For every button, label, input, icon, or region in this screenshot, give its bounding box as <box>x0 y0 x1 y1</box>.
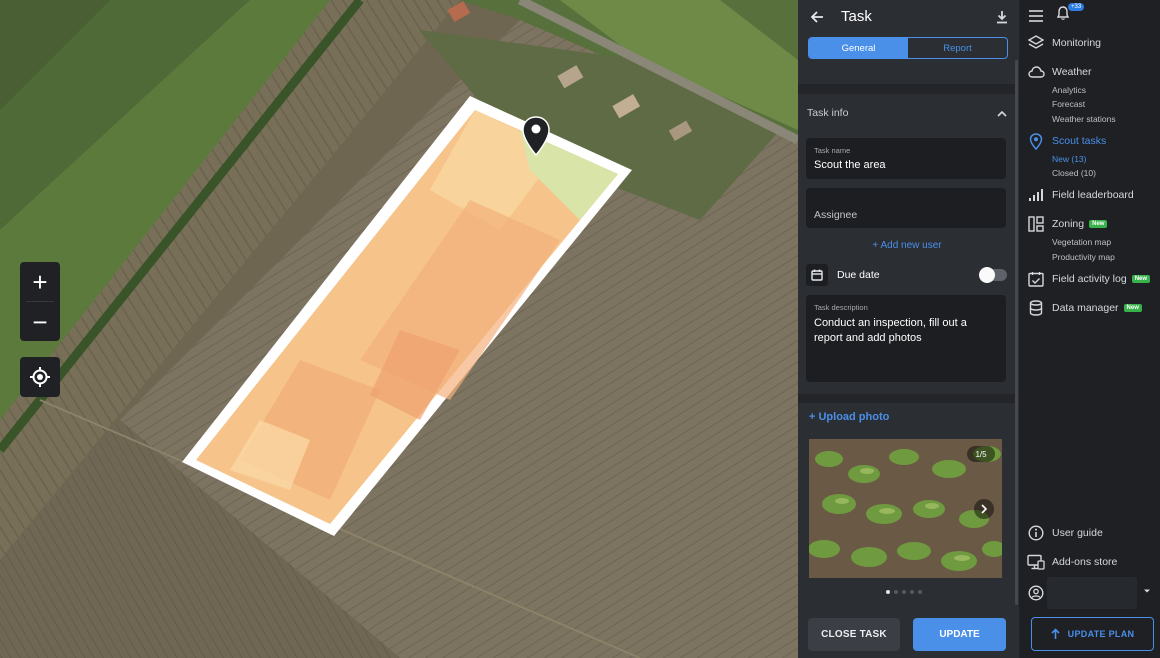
map-imagery <box>0 0 798 658</box>
database-icon <box>1027 299 1045 317</box>
layers-icon <box>1027 34 1045 52</box>
page-dot[interactable] <box>886 590 890 594</box>
download-icon[interactable] <box>996 10 1008 24</box>
tab-general[interactable]: General <box>809 38 908 58</box>
nav-item-label: Data manager <box>1052 302 1119 314</box>
page-dot[interactable] <box>918 590 922 594</box>
info-icon <box>1027 524 1045 542</box>
nav-sub-productivity-map[interactable]: Productivity map <box>1052 252 1115 262</box>
upload-photo-link[interactable]: + Upload photo <box>809 411 889 423</box>
task-name-value: Scout the area <box>814 159 886 171</box>
caret-down-icon[interactable] <box>1143 588 1151 594</box>
back-button[interactable] <box>808 8 826 26</box>
close-task-button[interactable]: CLOSE TASK <box>808 618 900 651</box>
zoom-in-button[interactable]: + <box>20 262 60 301</box>
task-description-caption: Task description <box>814 303 868 312</box>
notifications-button[interactable]: +33 <box>1056 3 1085 25</box>
nav-item-label: Field leaderboard <box>1052 189 1134 201</box>
pin-icon <box>1027 132 1045 150</box>
update-button[interactable]: UPDATE <box>913 618 1006 651</box>
nav-item-label: Scout tasks <box>1052 135 1107 147</box>
side-navigation: +33 Monitoring Weather Analytics Forecas… <box>1018 0 1160 658</box>
nav-item-weather[interactable]: Weather <box>1027 63 1092 81</box>
upload-divider <box>798 394 1016 403</box>
nav-item-label: Weather <box>1052 66 1092 78</box>
arrow-up-icon <box>1051 628 1060 639</box>
add-new-user-link[interactable]: + Add new user <box>798 240 1016 251</box>
nav-item-add-ons-store[interactable]: Add-ons store <box>1027 553 1117 571</box>
nav-sub-analytics[interactable]: Analytics <box>1052 85 1086 95</box>
locate-me-button[interactable] <box>20 357 60 397</box>
task-description-value: Conduct an inspection, fill out a report… <box>814 317 967 344</box>
calendar-button[interactable] <box>806 264 828 286</box>
account-selector[interactable] <box>1047 577 1137 609</box>
new-badge: New <box>1123 304 1142 312</box>
toggle-knob <box>979 267 995 283</box>
panel-header: Task <box>798 0 1018 33</box>
nav-item-label: Field activity log <box>1052 273 1127 285</box>
update-plan-button[interactable]: UPDATE PLAN <box>1031 617 1154 651</box>
page-dot[interactable] <box>894 590 898 594</box>
nav-item-label: Monitoring <box>1052 37 1102 49</box>
nav-item-monitoring[interactable]: Monitoring <box>1027 34 1101 52</box>
calendar-check-icon <box>1027 270 1045 288</box>
nav-sub-forecast[interactable]: Forecast <box>1052 99 1085 109</box>
store-icon <box>1027 553 1045 571</box>
photo-pagination <box>886 590 922 594</box>
nav-sub-new-tasks[interactable]: New (13) <box>1052 154 1086 164</box>
hamburger-menu-icon[interactable] <box>1029 9 1043 22</box>
due-date-toggle[interactable] <box>979 267 1007 283</box>
nav-item-field-leaderboard[interactable]: Field leaderboard <box>1027 186 1134 204</box>
task-name-field[interactable]: Task name Scout the area <box>806 138 1006 179</box>
task-panel: Task General Report Task info Task name … <box>798 0 1018 658</box>
section-title: Task info <box>807 107 849 119</box>
photo-counter: 1/5 <box>967 446 995 462</box>
nav-item-user-guide[interactable]: User guide <box>1027 524 1103 542</box>
calendar-icon <box>811 269 823 281</box>
due-date-row: Due date <box>806 263 1008 287</box>
nav-item-label: User guide <box>1052 527 1103 539</box>
panel-tabs: General Report <box>808 37 1008 59</box>
nav-item-field-activity-log[interactable]: Field activity log New <box>1027 270 1151 288</box>
nav-item-label: Zoning <box>1052 218 1085 230</box>
update-plan-label: UPDATE PLAN <box>1067 629 1135 639</box>
new-badge: New <box>1131 275 1151 283</box>
satellite-map[interactable]: + − <box>0 0 798 658</box>
user-circle-icon <box>1027 584 1045 602</box>
assignee-placeholder: Assignee <box>814 209 858 221</box>
next-photo-button[interactable] <box>974 499 994 519</box>
task-location-pin-icon[interactable] <box>522 116 550 156</box>
new-badge: New <box>1089 220 1108 228</box>
section-divider <box>798 84 1016 94</box>
chevron-right-icon <box>981 504 988 514</box>
tab-report[interactable]: Report <box>908 38 1007 58</box>
nav-item-label: Add-ons store <box>1052 556 1118 568</box>
notification-badge: +33 <box>1068 3 1085 11</box>
user-account-icon-button[interactable] <box>1027 584 1045 602</box>
nav-item-zoning[interactable]: Zoning New <box>1027 215 1108 233</box>
nav-item-scout-tasks[interactable]: Scout tasks <box>1027 132 1106 150</box>
nav-sub-closed-tasks[interactable]: Closed (10) <box>1052 168 1096 178</box>
zoom-control: + − <box>20 262 60 341</box>
nav-top-bar: +33 <box>1029 3 1085 25</box>
zoning-icon <box>1027 215 1045 233</box>
crosshair-icon <box>30 367 50 387</box>
photo-carousel[interactable]: 1/5 <box>809 439 1002 578</box>
page-dot[interactable] <box>910 590 914 594</box>
assignee-field[interactable]: Assignee <box>806 188 1006 228</box>
arrow-left-icon <box>810 10 823 23</box>
task-name-caption: Task name <box>814 146 851 155</box>
nav-sub-vegetation-map[interactable]: Vegetation map <box>1052 237 1111 247</box>
task-description-field[interactable]: Task description Conduct an inspection, … <box>806 295 1006 382</box>
cloud-icon <box>1027 63 1045 81</box>
chevron-up-icon <box>997 110 1007 117</box>
bar-chart-icon <box>1027 186 1045 204</box>
nav-sub-weather-stations[interactable]: Weather stations <box>1052 114 1116 124</box>
task-info-header[interactable]: Task info <box>798 94 1016 132</box>
zoom-out-button[interactable]: − <box>20 302 60 341</box>
due-date-label: Due date <box>837 269 880 281</box>
page-dot[interactable] <box>902 590 906 594</box>
nav-item-data-manager[interactable]: Data manager New <box>1027 299 1142 317</box>
panel-title: Task <box>841 8 872 25</box>
